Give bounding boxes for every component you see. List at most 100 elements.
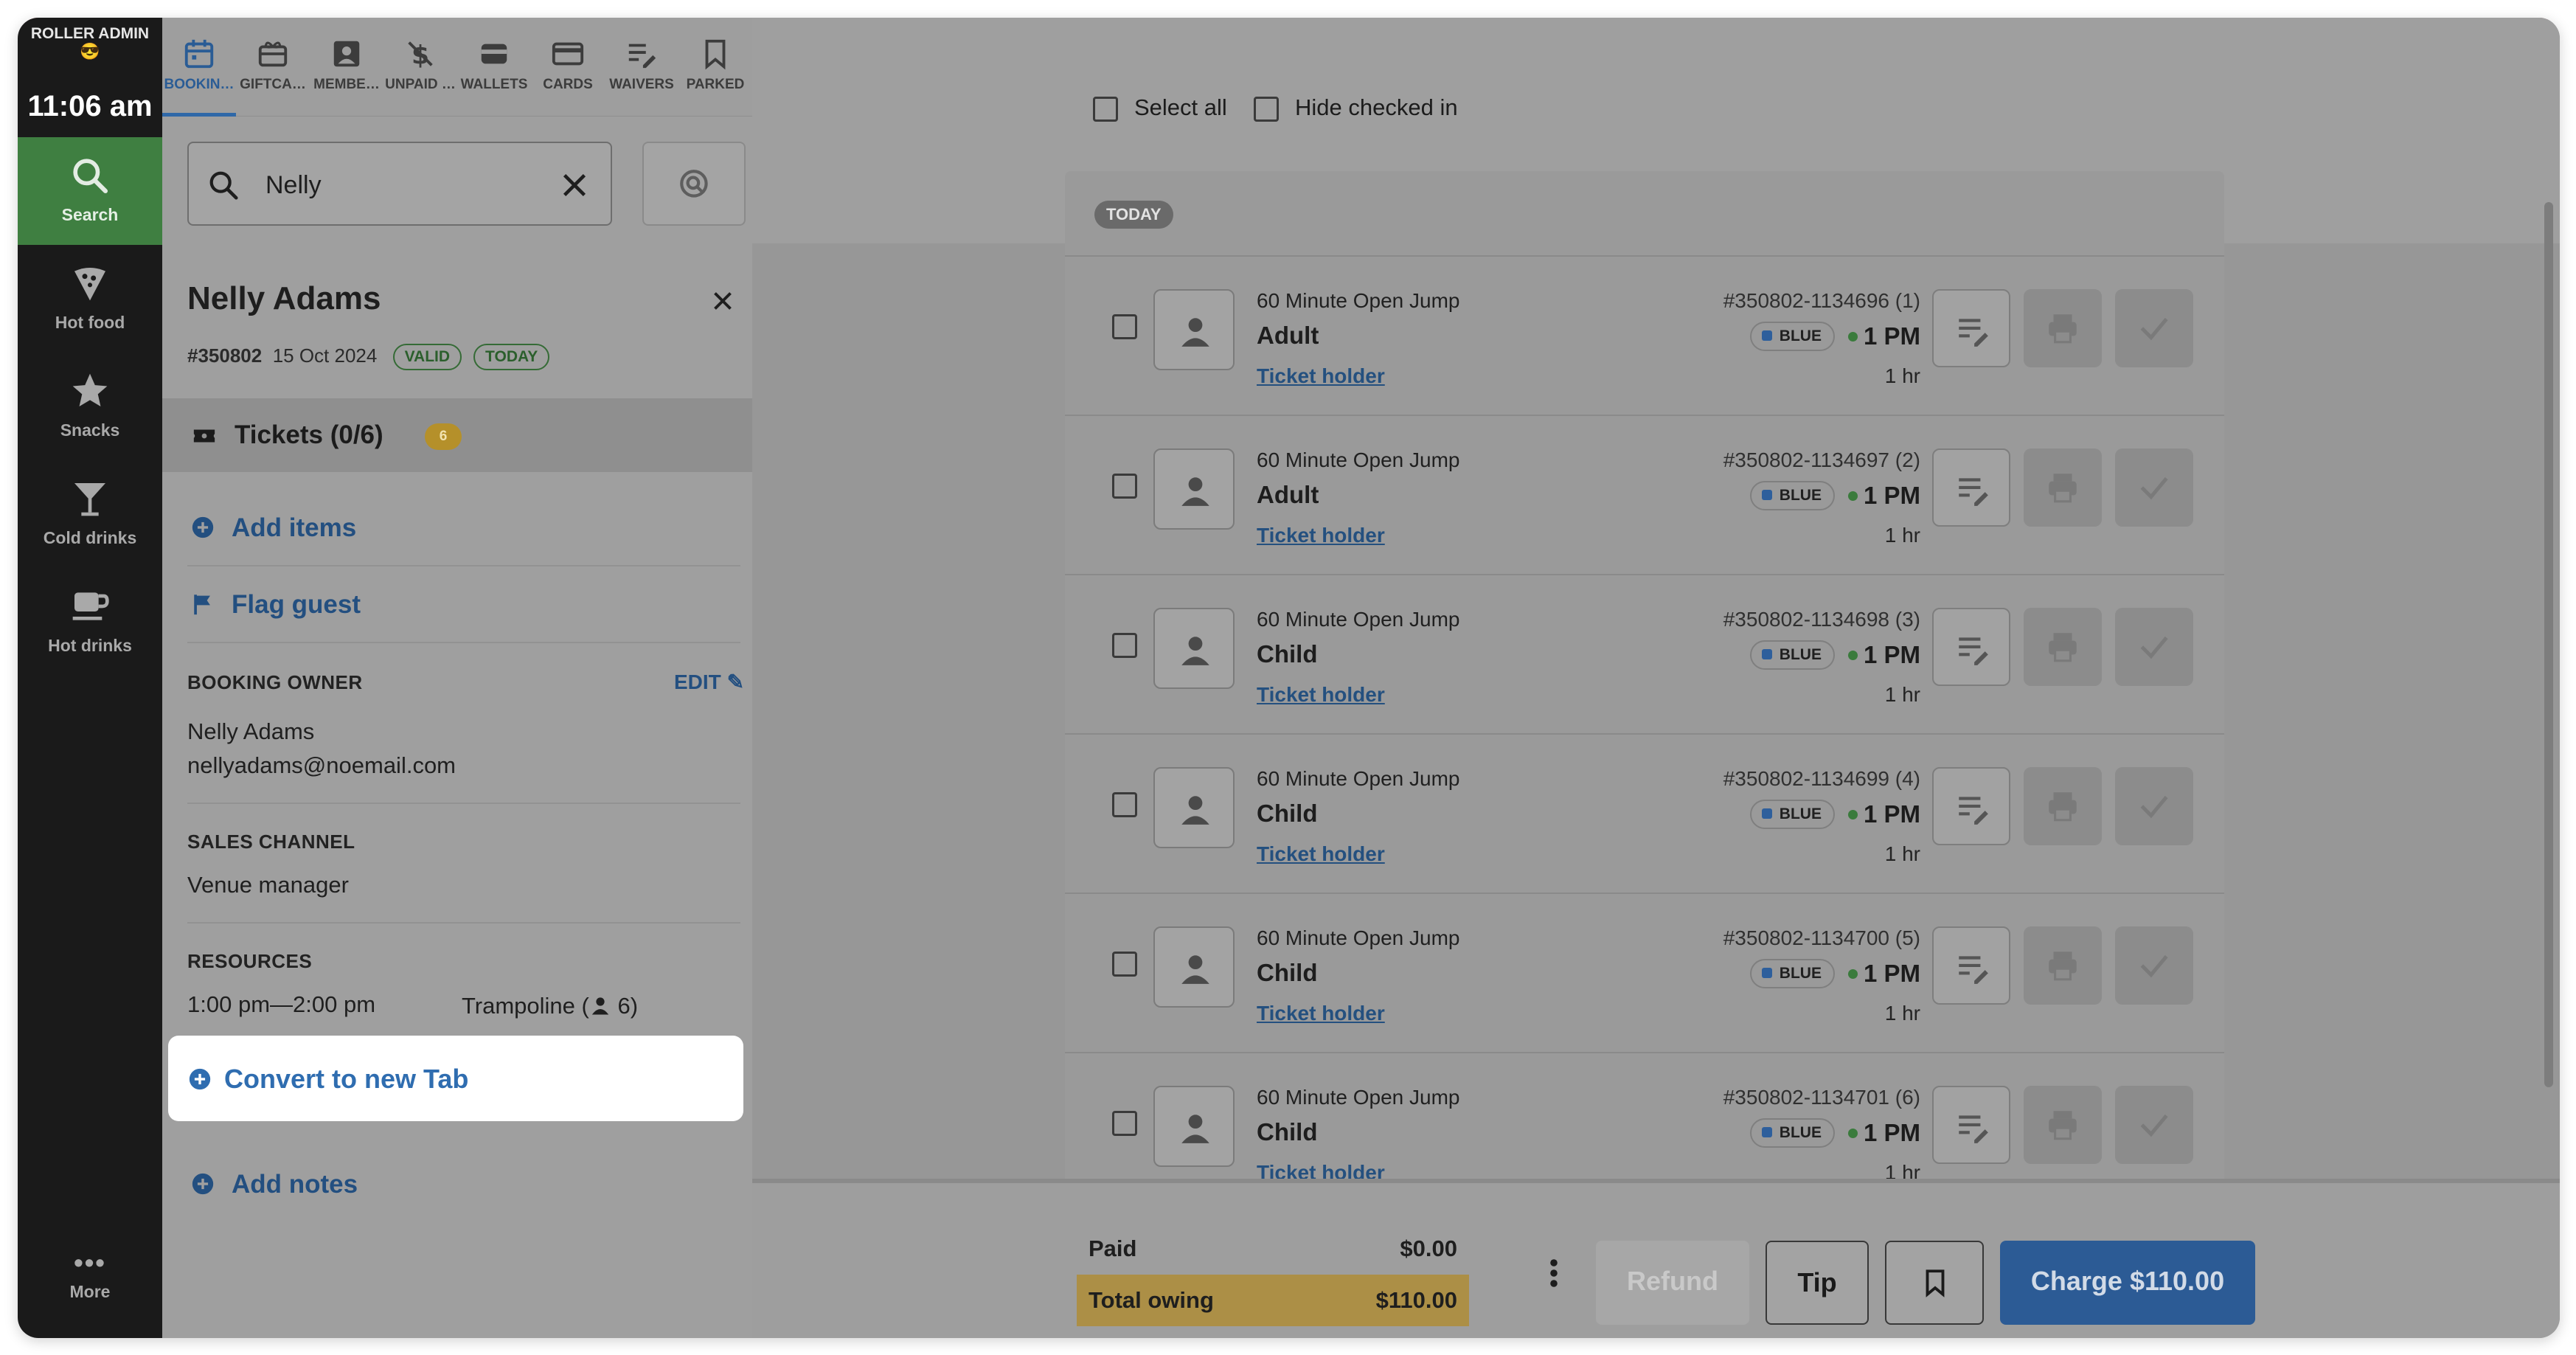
edit-note-button[interactable] [1932, 289, 2010, 367]
search-input[interactable]: Nelly [265, 171, 322, 200]
hide-checked-in-checkbox[interactable]: Hide checked in [1254, 94, 1458, 122]
tickets-section-header[interactable]: Tickets (0/6) 6 [162, 398, 752, 472]
rail-item-search[interactable]: Search [18, 137, 162, 245]
ticket-checkbox[interactable] [1112, 474, 1137, 499]
ticket-holder-link[interactable]: Ticket holder [1257, 683, 1385, 707]
owner-name: Nelly Adams [187, 718, 315, 744]
ticket-checkbox[interactable] [1112, 1111, 1137, 1136]
rail-item-cold-drinks[interactable]: Cold drinks [18, 460, 162, 568]
checkbox[interactable] [1093, 96, 1118, 122]
brand: ROLLER ADMIN 😎 [18, 25, 162, 60]
rail-more-button[interactable]: ••• More [18, 1250, 162, 1331]
ticket-holder-link[interactable]: Ticket holder [1257, 842, 1385, 866]
check-in-button[interactable] [2115, 608, 2193, 686]
tab-memberships[interactable]: MEMBE… [310, 18, 383, 117]
rail-item-label: Hot food [55, 313, 125, 332]
ticket-holder-link[interactable]: Ticket holder [1257, 364, 1385, 388]
edit-note-button[interactable] [1932, 448, 2010, 527]
color-swatch [1761, 967, 1772, 978]
ticket-type: Child [1257, 1118, 1318, 1146]
ticket-product: 60 Minute Open Jump [1257, 767, 1460, 790]
print-button[interactable] [2024, 608, 2102, 686]
refund-button[interactable]: Refund [1596, 1241, 1749, 1325]
tab-wallets[interactable]: WALLETS [457, 18, 531, 117]
print-button[interactable] [2024, 767, 2102, 845]
avatar[interactable] [1153, 1086, 1235, 1167]
check-in-button[interactable] [2115, 767, 2193, 845]
tab-label: MEMBE… [313, 77, 380, 92]
rail-item-hot-drinks[interactable]: Hot drinks [18, 568, 162, 676]
print-button[interactable] [2024, 926, 2102, 1005]
ticket-checkbox[interactable] [1112, 792, 1137, 817]
print-button[interactable] [2024, 289, 2102, 367]
add-items-button[interactable]: Add items [187, 490, 740, 566]
tab-cards[interactable]: CARDS [531, 18, 605, 117]
convert-label: Convert to new Tab [224, 1064, 469, 1094]
ticket-holder-link[interactable]: Ticket holder [1257, 1002, 1385, 1025]
ticket-ref: #350802-1134698 (3) [1723, 608, 1920, 631]
check-in-button[interactable] [2115, 1086, 2193, 1164]
sales-channel-value: Venue manager [187, 872, 349, 898]
check-in-button[interactable] [2115, 448, 2193, 527]
tab-bookings[interactable]: BOOKIN… [162, 18, 236, 117]
more-options-icon[interactable] [1549, 1258, 1559, 1288]
divider [187, 922, 740, 923]
check-in-button[interactable] [2115, 289, 2193, 367]
edit-note-button[interactable] [1932, 1086, 2010, 1164]
edit-note-button[interactable] [1932, 608, 2010, 686]
sales-channel-title: SALES CHANNEL [187, 831, 355, 853]
app-window: ROLLER ADMIN 😎 11:06 am Search Hot food … [18, 18, 2560, 1338]
ticket-row: 60 Minute Open Jump Adult Ticket holder #35… [1065, 257, 2224, 416]
ticket-checkbox[interactable] [1112, 952, 1137, 977]
checkbox[interactable] [1254, 96, 1279, 122]
flag-icon [194, 595, 210, 615]
edit-note-button[interactable] [1932, 767, 2010, 845]
person-icon [589, 994, 611, 1016]
ticket-type: Adult [1257, 481, 1319, 508]
avatar[interactable] [1153, 926, 1235, 1008]
rail-item-hot-food[interactable]: Hot food [18, 245, 162, 353]
session-time: 1 PM [1847, 482, 1920, 510]
check-in-button[interactable] [2115, 926, 2193, 1005]
flag-guest-button[interactable]: Flag guest [187, 566, 740, 643]
avatar[interactable] [1153, 767, 1235, 848]
session-time: 1 PM [1847, 800, 1920, 828]
rail-item-label: Hot drinks [48, 636, 132, 655]
ticket-duration: 1 hr [1884, 683, 1920, 706]
scrollbar[interactable] [2544, 202, 2553, 1087]
color-swatch [1761, 1126, 1772, 1137]
ticket-holder-link[interactable]: Ticket holder [1257, 524, 1385, 547]
avatar[interactable] [1153, 448, 1235, 530]
ticket-product: 60 Minute Open Jump [1257, 289, 1460, 312]
scan-search-button[interactable] [642, 142, 746, 226]
tab-giftcards[interactable]: GIFTCA… [236, 18, 310, 117]
print-button[interactable] [2024, 1086, 2102, 1164]
park-button[interactable] [1885, 1241, 1984, 1325]
ticket-checkbox[interactable] [1112, 314, 1137, 339]
tab-waivers[interactable]: WAIVERS [605, 18, 678, 117]
close-icon[interactable] [558, 168, 591, 202]
search-field[interactable]: Nelly [187, 142, 612, 226]
edit-owner-button[interactable]: EDIT ✎ [674, 670, 744, 694]
edit-note-button[interactable] [1932, 926, 2010, 1005]
convert-to-tab-button[interactable]: Convert to new Tab [168, 1036, 743, 1121]
avatar[interactable] [1153, 289, 1235, 370]
ticket-tags: BLUE 1 PM [1749, 640, 1920, 670]
avatar[interactable] [1153, 608, 1235, 689]
print-button[interactable] [2024, 448, 2102, 527]
tip-button[interactable]: Tip [1766, 1241, 1869, 1325]
guest-name: Nelly Adams [187, 280, 381, 316]
ticket-checkbox[interactable] [1112, 633, 1137, 658]
add-items-label: Add items [232, 513, 357, 542]
wristband-tag: BLUE [1749, 640, 1835, 670]
tab-parked[interactable]: PARKED [678, 18, 752, 117]
rail-item-snacks[interactable]: Snacks [18, 353, 162, 460]
add-notes-button[interactable]: Add notes [187, 1146, 740, 1223]
ticket-type: Child [1257, 800, 1318, 827]
tab-unpaid[interactable]: $ UNPAID … [383, 18, 457, 117]
charge-button[interactable]: Charge $110.00 [2000, 1241, 2255, 1325]
ticket-row: 60 Minute Open Jump Child Ticket holder #35… [1065, 735, 2224, 894]
resources-time: 1:00 pm—2:00 pm [187, 991, 376, 1017]
select-all-checkbox[interactable]: Select all [1093, 94, 1227, 122]
close-icon[interactable] [709, 288, 736, 314]
